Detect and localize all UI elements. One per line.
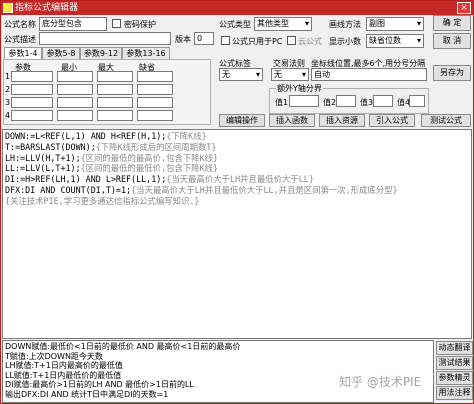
- param-wizard-button[interactable]: 参数精灵: [436, 371, 473, 385]
- import-formula-button[interactable]: 引入公式: [369, 114, 415, 127]
- param2-min-input[interactable]: [57, 84, 93, 95]
- formula-desc-input[interactable]: [39, 32, 171, 45]
- translation-line: DOWN赋值:最低价<1日前的最低价 AND 最高价<1日前的最高价: [5, 342, 241, 351]
- usage-notes-button[interactable]: 用法注释: [436, 386, 473, 400]
- code-comment: {区间的最低的最低价,包含下降K线}: [80, 163, 219, 174]
- tab-params-9-12[interactable]: 参数9-12: [80, 47, 122, 59]
- version-label: 版本: [175, 35, 191, 44]
- code-statement: DOWN:=L<REF(L,1) AND H<REF(H,1);: [5, 131, 167, 141]
- dynamic-translate-button[interactable]: 动态翻译: [436, 341, 473, 355]
- formula-desc-label: 公式描述: [4, 35, 36, 44]
- param-row-label: 4: [5, 111, 11, 120]
- y-value3-input[interactable]: [373, 95, 393, 107]
- param1-name-input[interactable]: [11, 71, 53, 82]
- pc-only-label: 公式只用于PC: [232, 37, 283, 46]
- y-value1-input[interactable]: [289, 95, 319, 107]
- param1-default-input[interactable]: [137, 71, 173, 82]
- code-statement: T:=BARSLAST(DOWN);: [5, 141, 96, 152]
- version-input[interactable]: 0: [194, 32, 214, 45]
- formula-name-input[interactable]: 底分型包含: [39, 17, 107, 31]
- translation-output: DOWN赋值:最低价<1日前的最低价 AND 最高价<1日前的最高价 T赋值:上次…: [2, 340, 434, 403]
- code-comment: {当天最高价大于LH并且最低价大于LL,并且是区间第一次,形成底分型}: [131, 184, 398, 195]
- code-statement: LH:=LLV(H,T+1);: [5, 152, 81, 163]
- param3-name-input[interactable]: [11, 97, 53, 108]
- code-line[interactable]: DI:=H>REF(LH,1) AND L>REF(LL,1);{当天最高价大于…: [5, 174, 469, 185]
- app-icon: [3, 3, 13, 13]
- edit-op-button[interactable]: 编辑操作: [219, 114, 265, 127]
- draw-method-select[interactable]: 副图: [366, 17, 424, 31]
- insert-resource-button[interactable]: 插入资源: [319, 114, 365, 127]
- y-value2-input[interactable]: [336, 95, 356, 107]
- formula-type-select[interactable]: 其他类型: [254, 17, 312, 31]
- param1-min-input[interactable]: [57, 71, 93, 82]
- confirm-button[interactable]: 确 定: [433, 15, 471, 31]
- test-formula-button[interactable]: 测试公式: [421, 114, 471, 127]
- draw-method-label: 画线方法: [329, 20, 361, 29]
- password-label: 密码保护: [124, 20, 156, 29]
- code-line[interactable]: {关注技术PIE,学习更多通达信指标公式编写知识.}: [5, 196, 469, 207]
- translation-line: T赋值:上次DOWN距今天数: [5, 351, 103, 361]
- param-row-label: 3: [5, 98, 11, 107]
- param3-min-input[interactable]: [57, 97, 93, 108]
- code-comment: {下降K线}: [166, 131, 207, 141]
- code-editor[interactable]: DOWN:=L<REF(L,1) AND H<REF(H,1);{下降K线} T:…: [2, 129, 472, 339]
- param2-max-input[interactable]: [97, 84, 133, 95]
- code-comment: {下降K线形成后的区间周期数T}: [95, 141, 217, 152]
- code-statement: LL:=LLV(L,T+1);: [5, 163, 81, 174]
- param2-default-input[interactable]: [137, 84, 173, 95]
- cloud-checkbox[interactable]: [287, 36, 296, 45]
- formula-editor-window: 指标公式编辑器 × 公式名称 底分型包含 密码保护 公式类型 其他类型 画线方法…: [0, 0, 474, 404]
- cancel-button[interactable]: 取 消: [433, 33, 471, 49]
- decimals-select[interactable]: 缺省位数: [366, 34, 424, 48]
- formula-name-label: 公式名称: [4, 20, 36, 29]
- code-statement: DFX:DI AND COUNT(DI,T)=1;: [5, 184, 132, 195]
- param4-min-input[interactable]: [57, 110, 93, 121]
- code-line[interactable]: T:=BARSLAST(DOWN);{下降K线形成后的区间周期数T}: [5, 142, 469, 153]
- code-statement: DI:=H>REF(LH,1) AND L>REF(LL,1);: [5, 174, 167, 185]
- y-value1-label: 值1: [275, 98, 289, 107]
- param3-default-input[interactable]: [137, 97, 173, 108]
- tab-params-5-8[interactable]: 参数5-8: [42, 47, 80, 59]
- pc-only-checkbox[interactable]: [221, 36, 230, 45]
- password-checkbox[interactable]: [112, 19, 121, 28]
- formula-type-label: 公式类型: [219, 20, 251, 29]
- watermark: 知乎 @技术PIE: [339, 375, 422, 389]
- code-line[interactable]: DFX:DI AND COUNT(DI,T)=1;{当天最高价大于LH并且最低价…: [5, 185, 469, 196]
- param4-max-input[interactable]: [97, 110, 133, 121]
- tab-params-13-16[interactable]: 参数13-16: [122, 47, 170, 59]
- title-bar[interactable]: 指标公式编辑器 ×: [1, 1, 473, 15]
- trade-rule-select[interactable]: 无: [271, 68, 309, 81]
- y-value3-label: 值3: [360, 98, 374, 107]
- code-comment: {当天最高价大于LH并且最低价大于LL}: [166, 174, 314, 185]
- param4-default-input[interactable]: [137, 110, 173, 121]
- y-value4-input[interactable]: [409, 95, 425, 107]
- decimals-label: 显示小数: [329, 37, 361, 46]
- code-line[interactable]: LH:=LLV(H,T+1);{区间的最低的最高价,包含下降K线}: [5, 153, 469, 164]
- window-title: 指标公式编辑器: [15, 3, 79, 13]
- code-line[interactable]: DOWN:=L<REF(L,1) AND H<REF(H,1);{下降K线}: [5, 131, 469, 142]
- code-comment: {区间的最低的最高价,包含下降K线}: [80, 152, 219, 163]
- save-as-button[interactable]: 另存为: [433, 65, 471, 81]
- code-comment: {关注技术PIE,学习更多通达信指标公式编写知识.}: [5, 195, 200, 206]
- param3-max-input[interactable]: [97, 97, 133, 108]
- coord-line-input[interactable]: 自动: [311, 68, 427, 81]
- close-button[interactable]: ×: [457, 2, 471, 14]
- cloud-label: 云公式: [298, 37, 322, 46]
- param4-name-input[interactable]: [11, 110, 53, 121]
- y-axis-group-label: 额外Y轴分界: [276, 83, 323, 94]
- param-row-label: 1: [5, 72, 11, 81]
- param2-name-input[interactable]: [11, 84, 53, 95]
- code-line[interactable]: LL:=LLV(L,T+1);{区间的最低的最低价,包含下降K线}: [5, 163, 469, 174]
- formula-tag-select[interactable]: 无: [219, 68, 263, 81]
- param-row-label: 2: [5, 85, 11, 94]
- y-value2-label: 值2: [323, 98, 337, 107]
- test-result-button[interactable]: 测试结果: [436, 356, 473, 370]
- translation-line: LH赋值:T+1日内最高价的最低值: [5, 361, 123, 371]
- insert-func-button[interactable]: 插入函数: [269, 114, 315, 127]
- translation-line: 输出DFX:DI AND 统计T日中满足DI的天数=1: [5, 389, 169, 399]
- param1-max-input[interactable]: [97, 71, 133, 82]
